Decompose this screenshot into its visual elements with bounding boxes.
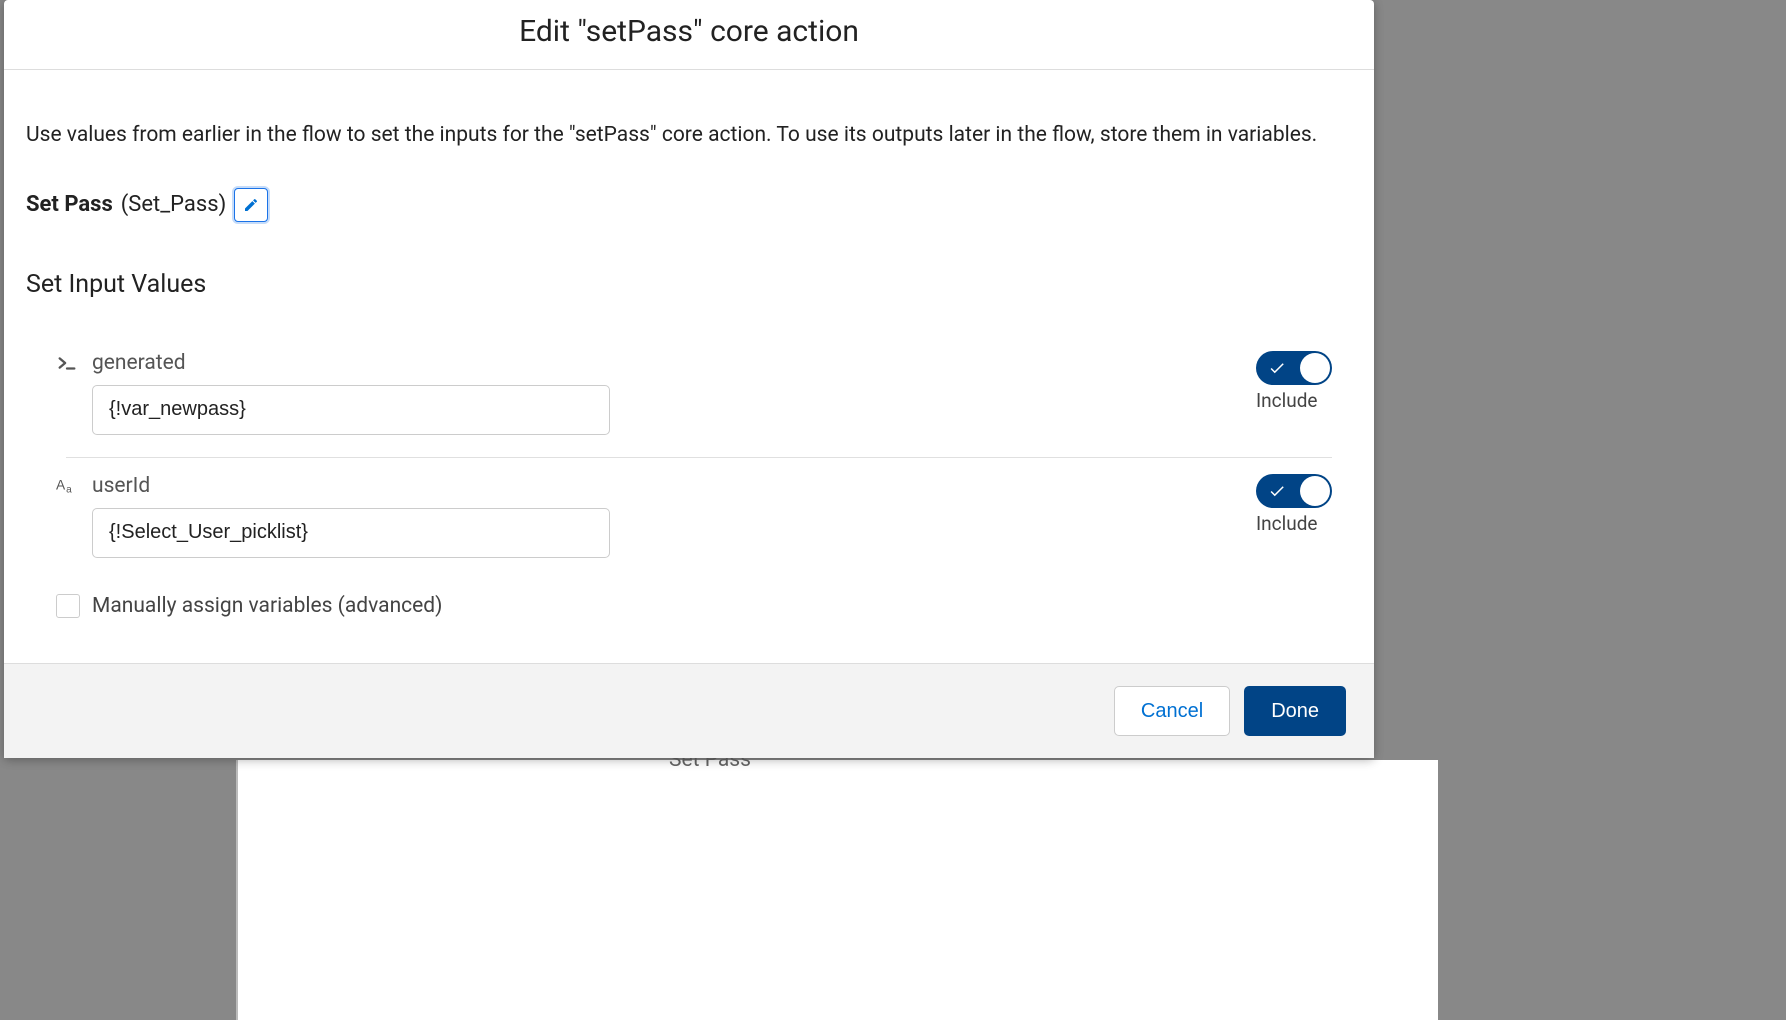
include-toggle-generated[interactable] — [1256, 351, 1332, 385]
cancel-button[interactable]: Cancel — [1114, 686, 1230, 736]
edit-name-button[interactable] — [234, 188, 268, 222]
section-heading-inputs: Set Input Values — [26, 270, 1352, 299]
svg-text:A: A — [56, 477, 66, 492]
input-left: Aa userId — [56, 474, 656, 558]
check-icon — [1268, 359, 1286, 377]
input-field-generated[interactable] — [92, 385, 610, 435]
background-panel-border — [236, 760, 238, 1020]
modal-header: Edit "setPass" core action — [4, 0, 1374, 70]
svg-text:a: a — [66, 484, 72, 495]
input-label-row: Aa userId — [56, 474, 656, 498]
modal-description: Use values from earlier in the flow to s… — [26, 120, 1352, 152]
toggle-label-generated: Include — [1256, 389, 1318, 412]
input-label-userid: userId — [92, 474, 150, 498]
modal-body: Use values from earlier in the flow to s… — [4, 70, 1374, 663]
element-name-row: Set Pass (Set_Pass) — [26, 188, 1352, 222]
input-left: generated — [56, 351, 656, 435]
modal-footer: Cancel Done — [4, 663, 1374, 758]
element-api-name: (Set_Pass) — [121, 192, 226, 217]
text-type-icon: Aa — [56, 475, 78, 497]
advanced-checkbox[interactable] — [56, 594, 80, 618]
toggle-wrap-userid: Include — [1256, 474, 1332, 535]
background-canvas — [238, 760, 1438, 1020]
input-label-row: generated — [56, 351, 656, 375]
element-label: Set Pass — [26, 192, 113, 217]
input-label-generated: generated — [92, 351, 186, 375]
advanced-checkbox-label: Manually assign variables (advanced) — [92, 594, 442, 618]
toggle-knob — [1300, 353, 1330, 383]
toggle-label-userid: Include — [1256, 512, 1318, 535]
done-button[interactable]: Done — [1244, 686, 1346, 736]
input-field-userid[interactable] — [92, 508, 610, 558]
toggle-wrap-generated: Include — [1256, 351, 1332, 412]
modal-title: Edit "setPass" core action — [4, 14, 1374, 49]
pencil-icon — [243, 197, 259, 213]
check-icon — [1268, 482, 1286, 500]
advanced-checkbox-row: Manually assign variables (advanced) — [26, 576, 1352, 630]
edit-action-modal: Edit "setPass" core action Use values fr… — [4, 0, 1374, 758]
input-row-generated: generated Include — [26, 339, 1352, 453]
input-row-userid: Aa userId Include — [26, 462, 1352, 576]
input-divider — [66, 457, 1332, 458]
toggle-knob — [1300, 476, 1330, 506]
prompt-icon — [56, 352, 78, 374]
include-toggle-userid[interactable] — [1256, 474, 1332, 508]
